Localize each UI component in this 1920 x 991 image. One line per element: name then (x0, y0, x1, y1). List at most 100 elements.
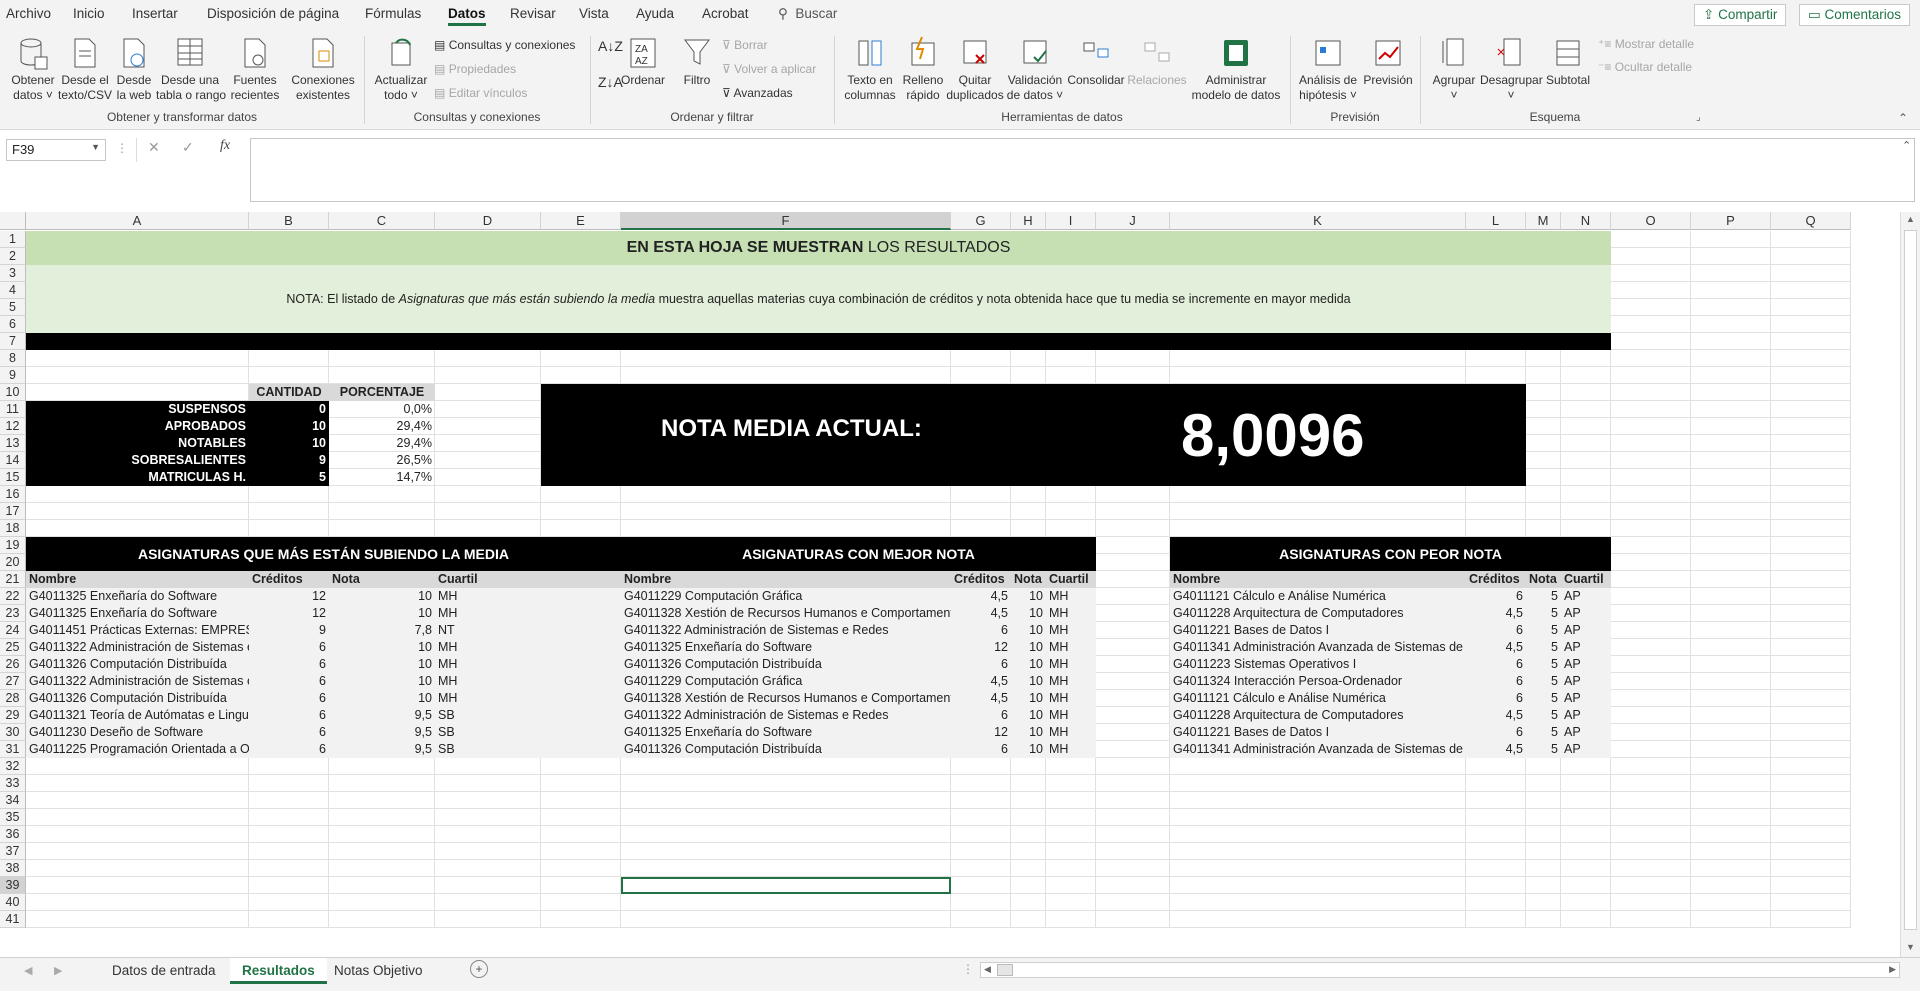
column-header-g[interactable]: G (951, 212, 1011, 230)
row-header-36[interactable]: 36 (0, 826, 26, 843)
formula-input[interactable] (250, 138, 1915, 202)
texto-columnas-button[interactable]: Texto en columnas (840, 35, 900, 103)
filtro-button[interactable]: Filtro (674, 35, 720, 88)
column-header-d[interactable]: D (435, 212, 541, 230)
row-header-24[interactable]: 24 (0, 622, 26, 639)
row-header-33[interactable]: 33 (0, 775, 26, 792)
comments-button[interactable]: ▭ Comentarios (1799, 4, 1911, 26)
tab-splitter-icon[interactable]: ⋮ (962, 962, 974, 976)
row-header-20[interactable]: 20 (0, 554, 26, 571)
selected-cell-f39[interactable] (621, 877, 951, 894)
column-header-l[interactable]: L (1466, 212, 1526, 230)
row-header-8[interactable]: 8 (0, 350, 26, 367)
tab-revisar[interactable]: Revisar (510, 6, 556, 21)
desde-web-button[interactable]: Desde la web (112, 35, 156, 103)
validacion-datos-button[interactable]: Validación de datos ˅ (1004, 35, 1066, 103)
row-header-5[interactable]: 5 (0, 299, 26, 316)
row-header-1[interactable]: 1 (0, 231, 26, 248)
expand-formula-icon[interactable]: ⌃ (1902, 139, 1911, 152)
horizontal-scrollbar[interactable]: ◀ ▶ (980, 962, 1900, 978)
consolidar-button[interactable]: Consolidar (1066, 35, 1126, 88)
row-header-21[interactable]: 21 (0, 571, 26, 588)
mostrar-detalle-button[interactable]: ⁺≡ Mostrar detalle (1598, 36, 1694, 52)
texto-csv-button[interactable]: Desde el texto/CSV (58, 35, 112, 103)
row-header-25[interactable]: 25 (0, 639, 26, 656)
obtener-datos-button[interactable]: Obtener datos ˅ (8, 35, 58, 103)
tab-acrobat[interactable]: Acrobat (702, 6, 749, 21)
column-header-m[interactable]: M (1526, 212, 1561, 230)
row-header-19[interactable]: 19 (0, 537, 26, 554)
row-header-35[interactable]: 35 (0, 809, 26, 826)
scroll-right-icon[interactable]: ▶ (1889, 964, 1896, 975)
ordenar-button[interactable]: ZA AZ Ordenar (618, 35, 668, 88)
sheet-tab-datos-entrada[interactable]: Datos de entrada (100, 958, 228, 984)
column-header-n[interactable]: N (1561, 212, 1611, 230)
tab-insertar[interactable]: Insertar (132, 6, 178, 21)
collapse-ribbon-icon[interactable]: ⌃ (1898, 110, 1908, 126)
column-header-c[interactable]: C (329, 212, 435, 230)
conexiones-existentes-button[interactable]: Conexiones existentes (290, 35, 356, 103)
row-header-12[interactable]: 12 (0, 418, 26, 435)
dialog-launcher-icon[interactable]: ⌟ (1696, 110, 1701, 126)
row-header-26[interactable]: 26 (0, 656, 26, 673)
desagrupar-button[interactable]: Desagrupar ˅ (1480, 35, 1543, 103)
row-header-23[interactable]: 23 (0, 605, 26, 622)
column-header-k[interactable]: K (1170, 212, 1466, 230)
worksheet-grid[interactable]: ABCDEFGHIJKLMNOPQ 1 2 3 4 5 6 7 8 9 10 11 12 13 14 15 1… (0, 212, 1900, 957)
subtotal-button[interactable]: Subtotal (1542, 35, 1594, 88)
row-header-32[interactable]: 32 (0, 758, 26, 775)
insert-function-icon[interactable]: fx (220, 138, 230, 154)
vertical-scroll-thumb[interactable] (1904, 230, 1917, 930)
column-header-h[interactable]: H (1011, 212, 1046, 230)
row-header-40[interactable]: 40 (0, 894, 26, 911)
name-box[interactable]: F39 ▼ (6, 139, 106, 161)
row-header-13[interactable]: 13 (0, 435, 26, 452)
enter-icon[interactable]: ✓ (182, 139, 194, 156)
scroll-left-icon[interactable]: ◀ (984, 964, 991, 975)
analisis-hipotesis-button[interactable]: Análisis de hipótesis ˅ (1296, 35, 1360, 103)
tab-disposicion[interactable]: Disposición de página (207, 6, 339, 21)
desde-tabla-button[interactable]: Desde una tabla o rango (156, 35, 226, 103)
row-header-41[interactable]: 41 (0, 911, 26, 928)
row-header-30[interactable]: 30 (0, 724, 26, 741)
administrar-modelo-button[interactable]: Administrar modelo de datos (1190, 35, 1282, 103)
cancel-icon[interactable]: ✕ (148, 139, 160, 156)
row-header-4[interactable]: 4 (0, 282, 26, 299)
sheet-tab-resultados[interactable]: Resultados (230, 958, 327, 984)
ocultar-detalle-button[interactable]: ⁻≡ Ocultar detalle (1598, 59, 1692, 75)
column-header-o[interactable]: O (1611, 212, 1691, 230)
tab-archivo[interactable]: Archivo (6, 6, 51, 21)
horizontal-scroll-thumb[interactable] (997, 964, 1013, 976)
column-header-f[interactable]: F (621, 212, 951, 230)
search-box[interactable]: ⚲ Buscar (778, 6, 837, 22)
row-header-11[interactable]: 11 (0, 401, 26, 418)
vertical-scrollbar[interactable]: ▲ ▼ (1900, 212, 1920, 957)
row-header-34[interactable]: 34 (0, 792, 26, 809)
consultas-conexiones-button[interactable]: ▤ Consultas y conexiones (434, 37, 575, 53)
select-all-corner[interactable] (0, 212, 26, 230)
row-header-16[interactable]: 16 (0, 486, 26, 503)
row-header-10[interactable]: 10 (0, 384, 26, 401)
relaciones-button[interactable]: Relaciones (1126, 35, 1188, 88)
quitar-duplicados-button[interactable]: Quitar duplicados (946, 35, 1004, 103)
column-header-b[interactable]: B (249, 212, 329, 230)
scroll-down-icon[interactable]: ▼ (1906, 942, 1915, 952)
row-header-38[interactable]: 38 (0, 860, 26, 877)
column-header-p[interactable]: P (1691, 212, 1771, 230)
column-header-i[interactable]: I (1046, 212, 1096, 230)
row-header-17[interactable]: 17 (0, 503, 26, 520)
column-header-q[interactable]: Q (1771, 212, 1851, 230)
add-sheet-icon[interactable]: + (470, 960, 488, 978)
propiedades-button[interactable]: ▤ Propiedades (434, 61, 516, 77)
tab-datos[interactable]: Datos (448, 6, 486, 26)
editar-vinculos-button[interactable]: ▤ Editar vínculos (434, 85, 527, 101)
agrupar-button[interactable]: Agrupar ˅ (1428, 35, 1480, 103)
row-header-37[interactable]: 37 (0, 843, 26, 860)
avanzadas-button[interactable]: ⊽ Avanzadas (722, 85, 793, 101)
row-header-6[interactable]: 6 (0, 316, 26, 333)
row-header-18[interactable]: 18 (0, 520, 26, 537)
next-sheet-icon[interactable]: ▶ (54, 964, 62, 977)
row-header-27[interactable]: 27 (0, 673, 26, 690)
prev-sheet-icon[interactable]: ◀ (24, 964, 32, 977)
tab-formulas[interactable]: Fórmulas (365, 6, 421, 21)
